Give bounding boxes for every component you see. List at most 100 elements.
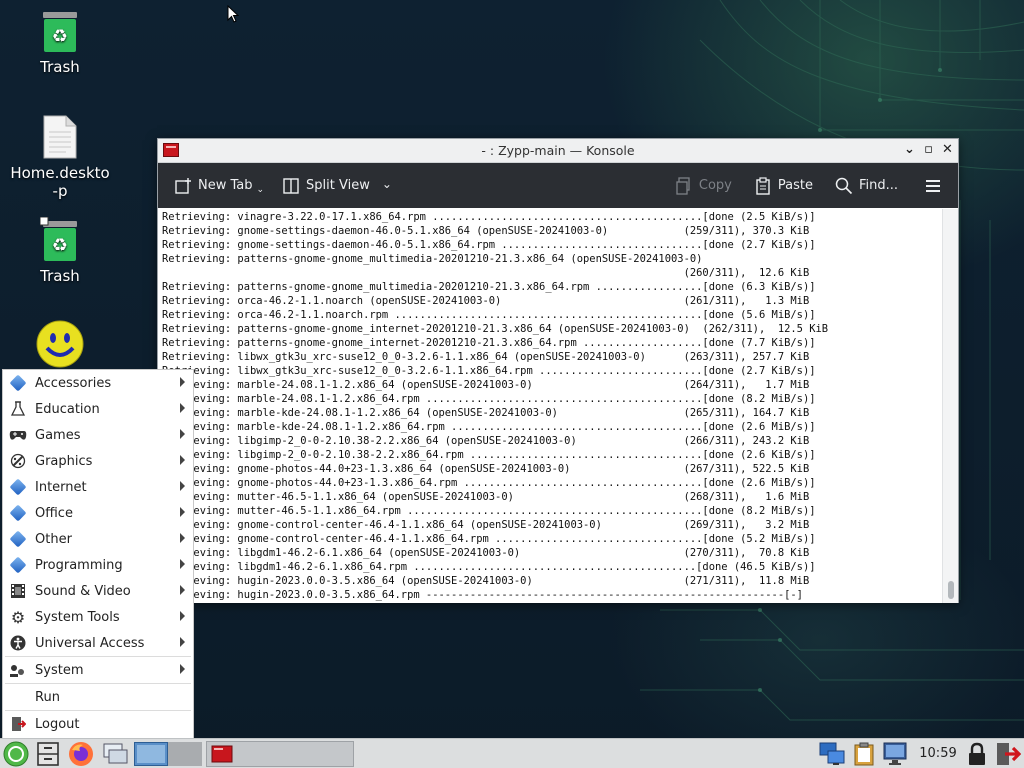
workspace-preview	[137, 744, 165, 763]
accessibility-icon	[7, 634, 29, 652]
workspace-2[interactable]	[168, 741, 202, 766]
find-button[interactable]: Find...	[829, 171, 904, 201]
copy-button[interactable]: Copy	[669, 171, 738, 201]
start-menu-button[interactable]	[0, 740, 32, 768]
taskbar-konsole-window[interactable]	[206, 740, 354, 767]
smiley-desktop-icon[interactable]	[10, 320, 110, 368]
diamond-icon	[7, 556, 29, 574]
menu-item-graphics[interactable]: Graphics	[3, 448, 193, 474]
taskbar: 10:59	[0, 738, 1024, 768]
trash-label: Trash	[40, 267, 80, 285]
trash-icon: ♻	[43, 12, 77, 52]
display-tray-icon[interactable]	[880, 740, 914, 768]
logout-icon	[7, 715, 29, 733]
close-icon[interactable]: ✕	[941, 142, 954, 158]
menu-item-label: Programming	[35, 557, 123, 573]
menu-item-label: Logout	[35, 716, 80, 732]
split-view-button[interactable]: Split View ⌄	[276, 171, 398, 201]
clipboard-tray-icon[interactable]	[848, 740, 880, 768]
konsole-app-icon	[163, 143, 179, 157]
chevron-down-icon: ⌄	[256, 184, 265, 195]
logout-button[interactable]	[992, 740, 1024, 768]
terminal-output[interactable]: Retrieving: vinagre-3.22.0-17.1.x86_64.r…	[158, 209, 942, 603]
submenu-arrow-icon	[180, 481, 185, 491]
home-desktop-file-icon[interactable]: Home.deskto-p	[10, 114, 110, 200]
submenu-arrow-icon	[180, 559, 185, 569]
menu-item-education[interactable]: Education	[3, 396, 193, 422]
menu-item-label: Office	[35, 505, 73, 521]
lock-screen-button[interactable]	[962, 740, 992, 768]
split-view-icon	[283, 177, 299, 194]
trash-desktop-icon[interactable]: ♻ Trash	[10, 10, 110, 76]
window-titlebar[interactable]: - : Zypp-main — Konsole ⌄ ▫ ✕	[158, 139, 958, 163]
palette-icon	[7, 452, 29, 470]
minimize-icon[interactable]: ⌄	[903, 142, 916, 158]
file-cabinet-icon	[37, 741, 59, 766]
menu-item-label: System Tools	[35, 609, 120, 625]
menu-item-universal-access[interactable]: Universal Access	[3, 630, 193, 656]
run-icon	[7, 688, 29, 706]
trash-label: Trash	[40, 58, 80, 76]
submenu-arrow-icon	[180, 611, 185, 621]
menu-item-sound-video[interactable]: Sound & Video	[3, 578, 193, 604]
accessories-icon	[7, 374, 29, 392]
menu-item-label: Internet	[35, 479, 87, 495]
terminal-text: Retrieving: vinagre-3.22.0-17.1.x86_64.r…	[162, 211, 829, 601]
maximize-icon[interactable]: ▫	[922, 142, 935, 158]
menu-item-programming[interactable]: Programming	[3, 552, 193, 578]
split-view-label: Split View	[306, 178, 370, 193]
menu-item-system[interactable]: System	[3, 657, 193, 683]
menu-item-system-tools[interactable]: ⚙ System Tools	[3, 604, 193, 630]
new-tab-button[interactable]: New Tab ⌄	[168, 171, 270, 201]
menu-item-label: Universal Access	[35, 635, 145, 651]
firefox-icon	[69, 741, 93, 766]
workspace-1[interactable]	[134, 741, 168, 766]
gamepad-icon	[7, 426, 29, 444]
network-tray-icon[interactable]	[816, 740, 848, 768]
monitor-icon	[883, 742, 907, 765]
trash-desktop-icon-2[interactable]: ♻ Trash	[10, 217, 110, 285]
menu-item-label: Other	[35, 531, 72, 547]
clock[interactable]: 10:59	[914, 740, 962, 768]
submenu-arrow-icon	[180, 664, 185, 674]
svg-text:♻: ♻	[52, 26, 68, 47]
paste-label: Paste	[777, 178, 813, 193]
copy-label: Copy	[698, 178, 732, 193]
window-title: - : Zypp-main — Konsole	[481, 143, 635, 158]
submenu-arrow-icon	[180, 585, 185, 595]
find-label: Find...	[858, 178, 898, 193]
flask-icon	[7, 400, 29, 418]
submenu-arrow-icon	[180, 507, 185, 517]
menu-item-label: Run	[35, 689, 60, 705]
mouse-pointer-icon	[227, 5, 239, 23]
diamond-icon	[7, 478, 29, 496]
menu-item-logout[interactable]: Logout	[3, 711, 193, 737]
menu-item-label: Graphics	[35, 453, 93, 469]
menu-item-accessories[interactable]: Accessories	[3, 370, 193, 396]
submenu-arrow-icon	[180, 455, 185, 465]
menu-item-office[interactable]: Office	[3, 500, 193, 526]
menu-item-other[interactable]: Other	[3, 526, 193, 552]
new-tab-icon	[175, 177, 191, 194]
application-menu: Accessories Education Games Graphics Int…	[2, 369, 194, 739]
smiley-icon	[36, 320, 84, 368]
menu-item-run[interactable]: Run	[3, 684, 193, 710]
scrollbar-thumb[interactable]	[948, 581, 954, 599]
terminal-scrollbar[interactable]	[942, 209, 958, 603]
submenu-arrow-icon	[180, 533, 185, 543]
home-desktop-file-label: Home.deskto-p	[10, 164, 110, 200]
firefox-launcher[interactable]	[64, 740, 98, 768]
menu-item-internet[interactable]: Internet	[3, 474, 193, 500]
paste-button[interactable]: Paste	[748, 171, 819, 201]
new-tab-label: New Tab	[198, 178, 253, 193]
opensuse-logo-icon	[3, 741, 29, 766]
svg-text:♻: ♻	[52, 235, 68, 256]
konsole-window[interactable]: - : Zypp-main — Konsole ⌄ ▫ ✕ New Tab ⌄ …	[157, 138, 959, 603]
show-desktop-button[interactable]	[98, 740, 134, 768]
menu-item-label: Sound & Video	[35, 583, 131, 599]
file-manager-launcher[interactable]	[32, 740, 64, 768]
copy-icon	[676, 176, 690, 195]
menu-item-label: System	[35, 662, 84, 678]
hamburger-menu-button[interactable]	[918, 171, 948, 201]
menu-item-games[interactable]: Games	[3, 422, 193, 448]
